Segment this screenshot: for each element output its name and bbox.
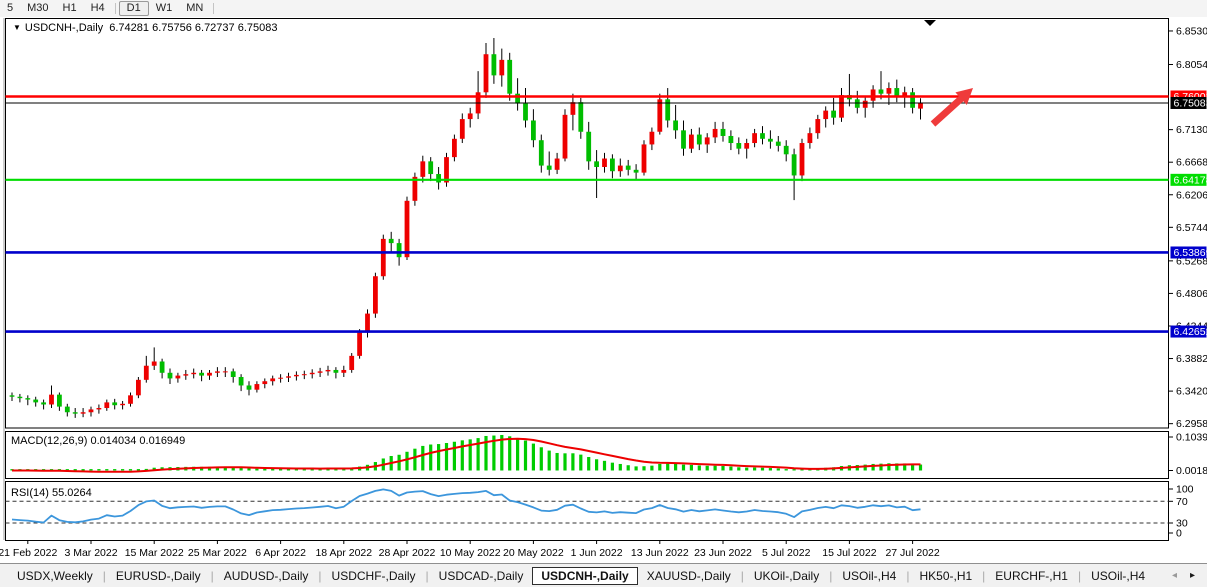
chart-tab-bar: USDX,Weekly|EURUSD-,Daily|AUDUSD-,Daily|… [0, 563, 1207, 587]
svg-text:15 Mar 2022: 15 Mar 2022 [125, 547, 184, 559]
chart-tab-xauusd-daily[interactable]: XAUUSD-,Daily [638, 567, 740, 585]
chart-title-text: USDCNH-,Daily 6.74281 6.75756 6.72737 6.… [25, 22, 278, 34]
svg-text:6.48060: 6.48060 [1176, 288, 1207, 300]
timeframe-button-d1[interactable]: D1 [119, 1, 149, 16]
svg-text:20 May 2022: 20 May 2022 [503, 547, 564, 559]
tab-scroll-right-icon[interactable]: ▸ [1190, 570, 1195, 581]
svg-text:6.75083: 6.75083 [1174, 97, 1207, 109]
svg-text:10 May 2022: 10 May 2022 [440, 547, 501, 559]
timeframe-button-w1[interactable]: W1 [149, 1, 180, 16]
chart-tab-eurusd-daily[interactable]: EURUSD-,Daily [107, 567, 210, 585]
svg-text:21 Feb 2022: 21 Feb 2022 [0, 547, 57, 559]
svg-text:1 Jun 2022: 1 Jun 2022 [571, 547, 623, 559]
chart-tab-usoil-h4[interactable]: USOil-,H4 [1082, 567, 1154, 585]
chart-plot-area[interactable] [6, 19, 1169, 429]
tab-scroll-left-icon[interactable]: ◂ [1172, 570, 1177, 581]
chart-title: ▼ USDCNH-,Daily 6.74281 6.75756 6.72737 6… [13, 22, 277, 34]
svg-text:6.42652: 6.42652 [1174, 326, 1207, 338]
svg-text:18 Apr 2022: 18 Apr 2022 [315, 547, 372, 559]
timeframe-toolbar: 5M30H1H4 D1W1MN [0, 0, 1207, 18]
chart-tab-ukoil-daily[interactable]: UKOil-,Daily [745, 567, 828, 585]
chart-tab-audusd-daily[interactable]: AUDUSD-,Daily [215, 567, 318, 585]
svg-text:6.38820: 6.38820 [1176, 353, 1207, 365]
chart-tab-usdcad-daily[interactable]: USDCAD-,Daily [430, 567, 533, 585]
timeframe-button-mn[interactable]: MN [179, 1, 210, 16]
svg-text:6.53869: 6.53869 [1174, 247, 1207, 259]
svg-text:6 Apr 2022: 6 Apr 2022 [255, 547, 306, 559]
symbol-dropdown-icon[interactable]: ▼ [13, 23, 21, 32]
chart-tab-usdx-weekly[interactable]: USDX,Weekly [8, 567, 102, 585]
chart-tab-hk50-h1[interactable]: HK50-,H1 [910, 567, 981, 585]
timeframe-button-5[interactable]: 5 [0, 1, 20, 16]
mt4-chart-window: 5M30H1H4 D1W1MN 6.85300 6.80540 6.71300 6.66… [0, 0, 1207, 587]
chart-tab-usdcnh-daily[interactable]: USDCNH-,Daily [532, 567, 637, 585]
svg-text:25 Mar 2022: 25 Mar 2022 [188, 547, 247, 559]
svg-text:6.66680: 6.66680 [1176, 157, 1207, 169]
svg-text:0.001829: 0.001829 [1176, 465, 1207, 477]
svg-text:27 Jul 2022: 27 Jul 2022 [885, 547, 939, 559]
svg-text:6.29580: 6.29580 [1176, 418, 1207, 430]
svg-text:28 Apr 2022: 28 Apr 2022 [379, 547, 436, 559]
chart-tab-usoil-h4[interactable]: USOil-,H4 [833, 567, 905, 585]
svg-text:6.62060: 6.62060 [1176, 189, 1207, 201]
svg-text:6.64178: 6.64178 [1174, 174, 1207, 186]
tab-scroll-arrows: ◂▸ [1172, 570, 1199, 581]
svg-text:6.71300: 6.71300 [1176, 124, 1207, 136]
svg-text:23 Jun 2022: 23 Jun 2022 [694, 547, 752, 559]
macd-indicator-label: MACD(12,26,9) 0.014034 0.016949 [11, 435, 185, 447]
svg-text:3 Mar 2022: 3 Mar 2022 [64, 547, 117, 559]
toolbar-separator [213, 3, 214, 14]
svg-text:6.85300: 6.85300 [1176, 25, 1207, 37]
svg-text:15 Jul 2022: 15 Jul 2022 [822, 547, 876, 559]
timeframe-button-h1[interactable]: H1 [56, 1, 84, 16]
svg-text:0: 0 [1176, 528, 1182, 540]
rsi-indicator-label: RSI(14) 55.0264 [11, 487, 92, 499]
svg-text:13 Jun 2022: 13 Jun 2022 [631, 547, 689, 559]
svg-text:6.34200: 6.34200 [1176, 386, 1207, 398]
svg-text:0.103934: 0.103934 [1176, 432, 1207, 444]
chart-canvas[interactable]: 6.85300 6.80540 6.71300 6.66680 6.62060 6.574… [0, 17, 1207, 563]
svg-text:70: 70 [1176, 496, 1188, 508]
toolbar-separator [115, 3, 116, 14]
timeframe-button-m30[interactable]: M30 [20, 1, 55, 16]
svg-text:5 Jul 2022: 5 Jul 2022 [762, 547, 811, 559]
svg-text:6.57440: 6.57440 [1176, 222, 1207, 234]
timeframe-button-h4[interactable]: H4 [84, 1, 112, 16]
svg-text:6.80540: 6.80540 [1176, 59, 1207, 71]
chart-tab-usdchf-daily[interactable]: USDCHF-,Daily [323, 567, 425, 585]
chart-tab-eurchf-h1[interactable]: EURCHF-,H1 [986, 567, 1077, 585]
svg-text:100: 100 [1176, 484, 1194, 496]
